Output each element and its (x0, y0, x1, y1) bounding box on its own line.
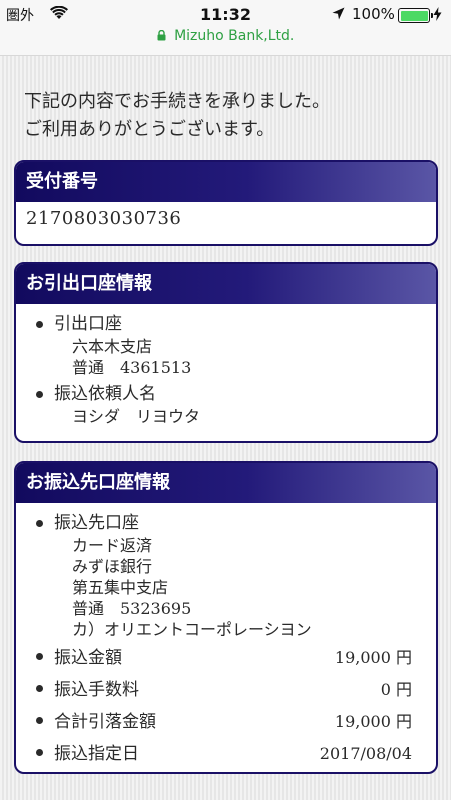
requester-name: ヨシダ リヨウタ (72, 407, 201, 426)
debit-branch: 六本木支店 (72, 337, 153, 356)
list-item: 振込手数料 0 円 (32, 676, 420, 704)
destination-line: 普通 5323695 (72, 599, 192, 618)
list-item: 振込金額 19,000 円 (32, 644, 420, 672)
receipt-card-title: 受付番号 (16, 162, 436, 202)
debit-account-card-title: お引出口座情報 (16, 264, 436, 304)
transfer-fee-label: 振込手数料 (54, 680, 139, 700)
url-bar[interactable]: Mizuho Bank,Ltd. (0, 28, 451, 44)
location-arrow-icon (332, 6, 345, 24)
transfer-fee: 0 円 (380, 680, 412, 699)
destination-line: 第五集中支店 (72, 578, 169, 597)
list-item: 合計引落金額 19,000 円 (32, 708, 420, 736)
transfer-amount: 19,000 円 (334, 648, 412, 667)
debit-account-label: 引出口座 (54, 314, 122, 334)
intro-line-1: 下記の内容でお手続きを承りました。 (24, 91, 330, 112)
list-item: 振込先口座 カード返済 みずほ銀行 第五集中支店 普通 5323695 カ）オリ… (32, 511, 420, 640)
charging-icon (433, 7, 442, 24)
transfer-destination-card: お振込先口座情報 振込先口座 カード返済 みずほ銀行 第五集中支店 普通 532… (14, 461, 438, 774)
battery-percent: 100% (352, 5, 395, 23)
debit-account-number: 普通 4361513 (72, 358, 192, 377)
intro-line-2: ご利用ありがとうございます。 (24, 119, 275, 140)
transfer-date-label: 振込指定日 (54, 744, 139, 764)
total-debit-label: 合計引落金額 (54, 712, 156, 732)
list-item: 引出口座 六本木支店 普通 4361513 (32, 312, 420, 378)
requester-label: 振込依頼人名 (54, 384, 156, 404)
lock-icon (157, 29, 166, 41)
destination-account-label: 振込先口座 (54, 513, 139, 533)
battery-icon (398, 8, 433, 23)
destination-line: カード返済 (72, 536, 153, 555)
destination-line: カ）オリエントコーポレーシヨン (72, 620, 312, 639)
url-text: Mizuho Bank,Ltd. (174, 28, 295, 44)
list-item: 振込依頼人名 ヨシダ リヨウタ (32, 382, 420, 427)
transfer-date: 2017/08/04 (319, 744, 412, 763)
status-bar: 圏外 11:32 100% Mizuho Bank,Ltd. (0, 0, 451, 56)
total-debit-amount: 19,000 円 (334, 712, 412, 731)
receipt-number: 2170803030736 (26, 208, 182, 229)
list-item: 振込指定日 2017/08/04 (32, 740, 420, 768)
transfer-card-title: お振込先口座情報 (16, 463, 436, 503)
debit-account-card: お引出口座情報 引出口座 六本木支店 普通 4361513 振込依頼人名 ヨシダ… (14, 262, 438, 443)
destination-line: みずほ銀行 (72, 557, 153, 576)
transfer-amount-label: 振込金額 (54, 648, 122, 668)
receipt-card: 受付番号 2170803030736 (14, 160, 438, 246)
completion-message: 下記の内容でお手続きを承りました。 ご利用ありがとうございます。 (24, 88, 434, 144)
